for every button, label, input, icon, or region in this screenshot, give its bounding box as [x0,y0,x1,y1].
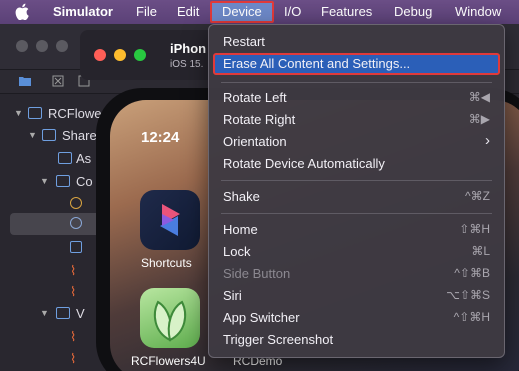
tree-label: As [76,151,92,166]
submenu-chevron-icon: › [485,132,490,149]
simulator-device-name: iPhon [170,41,207,56]
swift-file-icon: ⌇ [70,284,77,299]
tree-row[interactable]: ⌇ [0,326,100,348]
keyboard-shortcut: ^⌘Z [465,189,490,203]
shortcuts-app-icon[interactable] [140,190,200,250]
menu-item-orientation[interactable]: Orientation › [213,131,500,153]
swift-file-icon: ⌇ [70,351,77,366]
keyboard-shortcut: ^⇧⌘B [454,266,490,280]
keyboard-shortcut: ⌘L [471,244,490,258]
folder-icon [56,175,70,187]
menu-item-label: Erase All Content and Settings... [223,56,411,71]
minimize-window-button[interactable] [36,40,48,52]
folder-icon [56,307,70,319]
tree-row[interactable] [0,193,100,215]
menu-item-side-button: Side Button ^⇧⌘B [213,263,500,285]
keyboard-shortcut: ⌥⇧⌘S [446,288,490,302]
menu-item-label: Home [223,222,258,237]
status-bar-clock: 12:24 [141,129,180,146]
leaf-icon [153,300,187,342]
menu-item-rotate-device-automatically[interactable]: Rotate Device Automatically [213,153,500,175]
chevron-down-icon[interactable]: ▼ [28,130,37,140]
asset-catalog-icon [58,152,72,164]
tree-label: V [76,306,85,321]
menu-item-trigger-screenshot[interactable]: Trigger Screenshot [213,329,500,351]
chevron-down-icon[interactable]: ▼ [40,176,49,186]
menu-item-app-switcher[interactable]: App Switcher ^⇧⌘H [213,307,500,329]
zoom-window-button[interactable] [134,49,146,61]
menu-edit[interactable]: Edit [177,4,199,20]
tree-row[interactable]: ⌇ [0,260,100,282]
keyboard-shortcut: ⌘◀ [468,90,490,104]
tree-row[interactable]: ▼ V [0,303,100,325]
menu-item-label: Rotate Device Automatically [223,156,385,171]
menu-device[interactable]: Device [210,1,274,23]
swift-file-icon: ⌇ [70,329,77,344]
menu-item-restart[interactable]: Restart [213,31,500,53]
keyboard-shortcut: ⇧⌘H [459,222,490,236]
menu-window[interactable]: Window [455,4,501,20]
shortcuts-icon [160,204,180,236]
tree-label: Co [76,174,93,189]
menu-item-label: Side Button [223,266,291,281]
folder-icon [42,129,56,141]
close-window-button[interactable] [94,49,106,61]
chevron-down-icon[interactable]: ▼ [40,308,49,318]
menu-item-label: Trigger Screenshot [223,332,334,347]
zoom-window-button[interactable] [56,40,68,52]
menu-item-lock[interactable]: Lock ⌘L [213,241,500,263]
project-icon [28,107,42,119]
file-icon [70,241,82,253]
app-label: RCFlowers4U [131,354,206,368]
tree-row[interactable]: As [0,148,100,170]
menu-app-name[interactable]: Simulator [53,4,113,20]
tree-row-selected[interactable] [10,213,100,235]
menu-item-home[interactable]: Home ⇧⌘H [213,219,500,241]
menu-item-label: App Switcher [223,310,300,325]
tree-label: Share [62,128,97,143]
menu-item-label: Shake [223,189,260,204]
menu-item-label: Rotate Right [223,112,296,127]
menu-item-label: Lock [223,244,251,259]
menu-item-rotate-left[interactable]: Rotate Left ⌘◀ [213,87,500,109]
menu-debug[interactable]: Debug [394,4,432,20]
rcflowers4u-app-icon[interactable] [140,288,200,348]
checkmark-icon [70,197,82,209]
minimize-window-button[interactable] [114,49,126,61]
chevron-down-icon[interactable]: ▼ [14,108,23,118]
menu-item-erase-all-content[interactable]: Erase All Content and Settings... [213,53,500,75]
apple-logo-icon[interactable] [15,3,29,20]
menu-bar: Simulator File Edit Device I/O Features … [0,0,519,24]
menu-item-rotate-right[interactable]: Rotate Right ⌘▶ [213,109,500,131]
menu-file[interactable]: File [136,4,157,20]
menu-separator [221,213,492,214]
tree-row[interactable]: ⌇ [0,348,100,370]
menu-item-shake[interactable]: Shake ^⌘Z [213,186,500,208]
tree-row[interactable]: ⌇ [0,281,100,303]
tree-row[interactable]: ▼ Co [0,171,100,193]
menu-separator [221,82,492,83]
menu-separator [221,180,492,181]
close-window-button[interactable] [16,40,28,52]
swift-file-icon: ⌇ [70,263,77,278]
accessibility-icon [70,217,82,229]
menu-features[interactable]: Features [321,4,372,20]
menu-item-label: Restart [223,34,265,49]
keyboard-shortcut: ^⇧⌘H [453,310,490,324]
tree-row[interactable] [0,237,100,259]
app-label: Shortcuts [141,256,192,270]
menu-item-label: Orientation [223,134,287,149]
tree-row[interactable]: ▼ RCFlowers [0,103,112,125]
folder-icon[interactable] [18,75,32,87]
menu-io[interactable]: I/O [284,4,301,20]
menu-item-siri[interactable]: Siri ⌥⇧⌘S [213,285,500,307]
menu-item-label: Siri [223,288,242,303]
tree-row[interactable]: ▼ Share [0,125,100,147]
keyboard-shortcut: ⌘▶ [468,112,490,126]
device-menu: Restart Erase All Content and Settings..… [208,24,505,358]
close-box-icon[interactable] [52,75,64,87]
menu-item-label: Rotate Left [223,90,287,105]
simulator-os-version: iOS 15. [170,59,204,70]
